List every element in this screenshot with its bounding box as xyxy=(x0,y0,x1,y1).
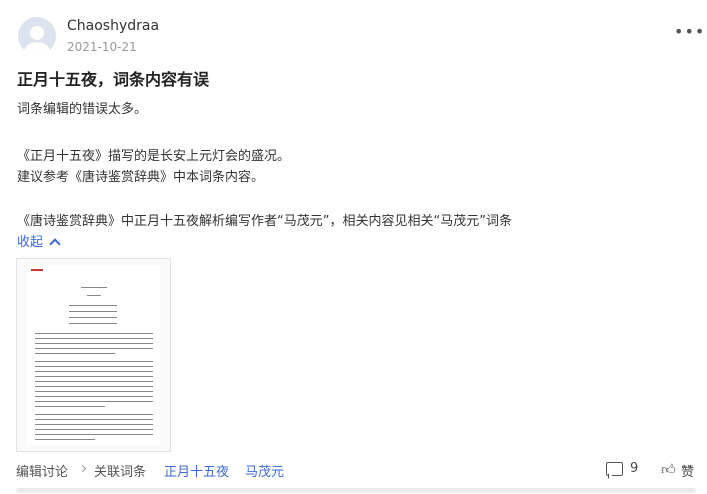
comment-icon[interactable] xyxy=(606,462,623,476)
text-line xyxy=(35,361,153,362)
text-line xyxy=(35,396,153,397)
text-line xyxy=(35,333,153,334)
avatar[interactable] xyxy=(18,17,56,55)
text-line xyxy=(35,406,105,407)
more-icon[interactable]: ••• xyxy=(674,24,705,40)
text-line xyxy=(35,343,153,344)
horizontal-scrollbar[interactable] xyxy=(16,488,696,493)
book-page-thumbnail xyxy=(27,265,160,445)
text-line xyxy=(69,317,117,318)
text-line xyxy=(35,366,153,367)
text-line xyxy=(87,295,101,296)
text-line xyxy=(35,386,153,387)
collapse-button[interactable]: 收起 xyxy=(17,231,61,250)
post-date: 2021-10-21 xyxy=(67,40,137,54)
text-line xyxy=(35,434,153,435)
text-line xyxy=(35,414,153,415)
thumbs-up-icon[interactable]: 👍︎ xyxy=(661,461,676,478)
collapse-label: 收起 xyxy=(17,235,44,250)
text-line xyxy=(35,424,153,425)
tag-zhengyue-shiwu-ye[interactable]: 正月十五夜 xyxy=(164,461,229,480)
paragraph-3: 建议参考《唐诗鉴赏辞典》中本词条内容。 xyxy=(17,170,265,185)
attached-image[interactable] xyxy=(16,258,171,452)
paragraph-4: 《唐诗鉴赏辞典》中正月十五夜解析编写作者“马茂元”，相关内容见相关“马茂元”词条 xyxy=(17,214,512,229)
like-label[interactable]: 赞 xyxy=(681,461,694,480)
avatar-body xyxy=(24,42,50,55)
text-line xyxy=(35,439,95,440)
text-line xyxy=(35,381,153,382)
text-line xyxy=(81,287,107,288)
text-line xyxy=(69,305,117,306)
chevron-up-icon xyxy=(49,238,61,250)
red-mark xyxy=(31,269,43,271)
text-line xyxy=(35,353,115,354)
paragraph-1: 词条编辑的错误太多。 xyxy=(17,102,148,117)
chevron-right-icon xyxy=(78,464,87,473)
text-line xyxy=(35,391,153,392)
text-line xyxy=(69,323,117,324)
paragraph-2: 《正月十五夜》描写的是长安上元灯会的盛况。 xyxy=(17,149,291,164)
related-entries-label: 关联词条 xyxy=(94,465,147,480)
edit-discussion-link[interactable]: 编辑讨论 xyxy=(16,461,68,480)
text-line xyxy=(35,371,153,372)
text-line xyxy=(35,429,153,430)
username[interactable]: Chaoshydraa xyxy=(67,18,159,34)
text-line xyxy=(69,311,117,312)
text-line xyxy=(35,376,153,377)
comment-count: 9 xyxy=(630,461,639,476)
text-line xyxy=(35,401,153,402)
post-title: 正月十五夜，词条内容有误 xyxy=(17,70,210,89)
text-line xyxy=(35,338,153,339)
text-line xyxy=(35,419,153,420)
text-line xyxy=(35,348,153,349)
tag-ma-maoyuan[interactable]: 马茂元 xyxy=(245,461,284,480)
avatar-head xyxy=(30,26,44,40)
